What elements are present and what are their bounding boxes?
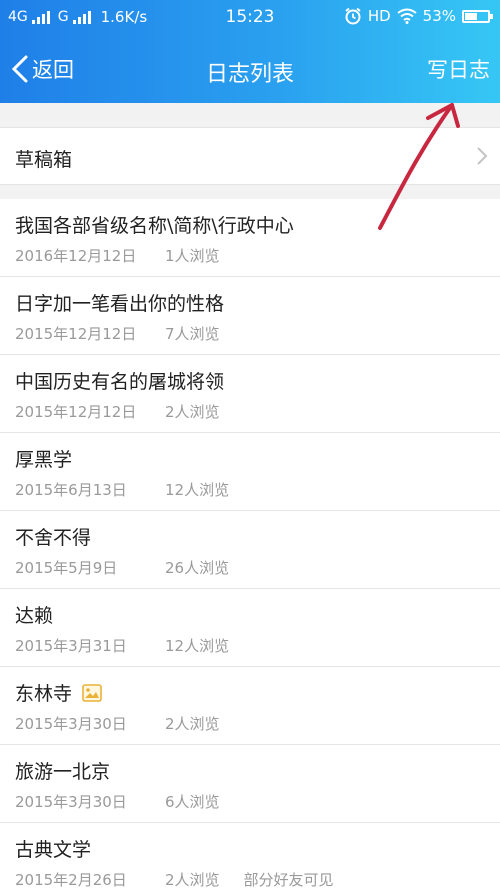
status-bar: 4G G 1.6K/s 15:23 HD 53% [0, 0, 500, 36]
entry-date: 2015年2月26日 [15, 871, 127, 889]
entry-date: 2015年6月13日 [15, 481, 127, 499]
list-item[interactable]: 中国历史有名的屠城将领 2015年12月12日 2人浏览 [0, 355, 500, 433]
top-header: 4G G 1.6K/s 15:23 HD 53% 返回 日志列表 写日志 [0, 0, 500, 103]
list-item[interactable]: 日字加一笔看出你的性格 2015年12月12日 7人浏览 [0, 277, 500, 355]
list-item[interactable]: 达赖 2015年3月31日 12人浏览 [0, 589, 500, 667]
list-item[interactable]: 不舍不得 2015年5月9日 26人浏览 [0, 511, 500, 589]
entry-meta: 2015年12月12日 7人浏览 [15, 323, 244, 344]
list-item[interactable]: 旅游一北京 2015年3月30日 6人浏览 [0, 745, 500, 823]
entry-meta: 2015年6月13日 12人浏览 [15, 479, 253, 500]
drafts-label: 草稿箱 [15, 149, 73, 171]
entry-meta: 2015年5月9日 26人浏览 [15, 557, 253, 578]
alarm-icon [345, 7, 361, 25]
entry-views: 2人浏览 [165, 715, 220, 733]
entry-views: 2人浏览 [165, 871, 220, 889]
entry-title: 达赖 [15, 605, 54, 627]
entry-title-row: 东林寺 [15, 679, 102, 706]
entry-views: 6人浏览 [165, 793, 220, 811]
battery-icon [462, 9, 493, 23]
entry-meta: 2015年3月30日 6人浏览 [15, 791, 244, 812]
drafts-row[interactable]: 草稿箱 [0, 127, 500, 185]
entry-title: 我国各部省级名称\简称\行政中心 [15, 215, 294, 237]
status-right: HD 53% [344, 7, 493, 25]
entry-title: 中国历史有名的屠城将领 [15, 371, 225, 393]
chevron-right-icon [477, 147, 488, 165]
entry-views: 26人浏览 [165, 559, 230, 577]
entry-date: 2015年12月12日 [15, 325, 137, 343]
log-list: 我国各部省级名称\简称\行政中心 2016年12月12日 1人浏览 日字加一笔看出… [0, 199, 500, 890]
entry-date: 2015年3月30日 [15, 715, 127, 733]
entry-meta: 2015年3月31日 12人浏览 [15, 635, 253, 656]
entry-meta: 2015年12月12日 2人浏览 [15, 401, 244, 422]
entry-date: 2015年12月12日 [15, 403, 137, 421]
entry-title: 日字加一笔看出你的性格 [15, 293, 225, 315]
entry-date: 2016年12月12日 [15, 247, 137, 265]
write-log-button[interactable]: 写日志 [427, 54, 490, 84]
entry-meta: 2016年12月12日 1人浏览 [15, 245, 244, 266]
list-item[interactable]: 东林寺 2015年3月30日 2人浏览 [0, 667, 500, 745]
hd-label: HD [367, 7, 391, 25]
entry-views: 12人浏览 [165, 637, 230, 655]
entry-views: 2人浏览 [165, 403, 220, 421]
entry-meta: 2015年2月26日 2人浏览 部分好友可见 [15, 869, 334, 890]
entry-visibility: 部分好友可见 [243, 871, 334, 889]
entry-title: 厚黑学 [15, 449, 73, 471]
entry-title: 不舍不得 [15, 527, 92, 549]
entry-date: 2015年5月9日 [15, 559, 118, 577]
battery-fill [465, 12, 477, 20]
entry-views: 1人浏览 [165, 247, 220, 265]
list-item[interactable]: 厚黑学 2015年6月13日 12人浏览 [0, 433, 500, 511]
entry-views: 12人浏览 [165, 481, 230, 499]
entry-title: 古典文学 [15, 839, 92, 861]
entry-title: 东林寺 [15, 683, 73, 705]
wifi-icon [397, 8, 417, 24]
nav-bar: 返回 日志列表 写日志 [0, 36, 500, 103]
list-item[interactable]: 我国各部省级名称\简称\行政中心 2016年12月12日 1人浏览 [0, 199, 500, 277]
entry-meta: 2015年3月30日 2人浏览 [15, 713, 244, 734]
list-item[interactable]: 古典文学 2015年2月26日 2人浏览 部分好友可见 [0, 823, 500, 890]
entry-date: 2015年3月30日 [15, 793, 127, 811]
photo-icon [82, 683, 102, 702]
entry-views: 7人浏览 [165, 325, 220, 343]
entry-date: 2015年3月31日 [15, 637, 127, 655]
entry-title: 旅游一北京 [15, 761, 111, 783]
page-title: 日志列表 [205, 62, 294, 87]
battery-percent: 53% [422, 7, 456, 25]
